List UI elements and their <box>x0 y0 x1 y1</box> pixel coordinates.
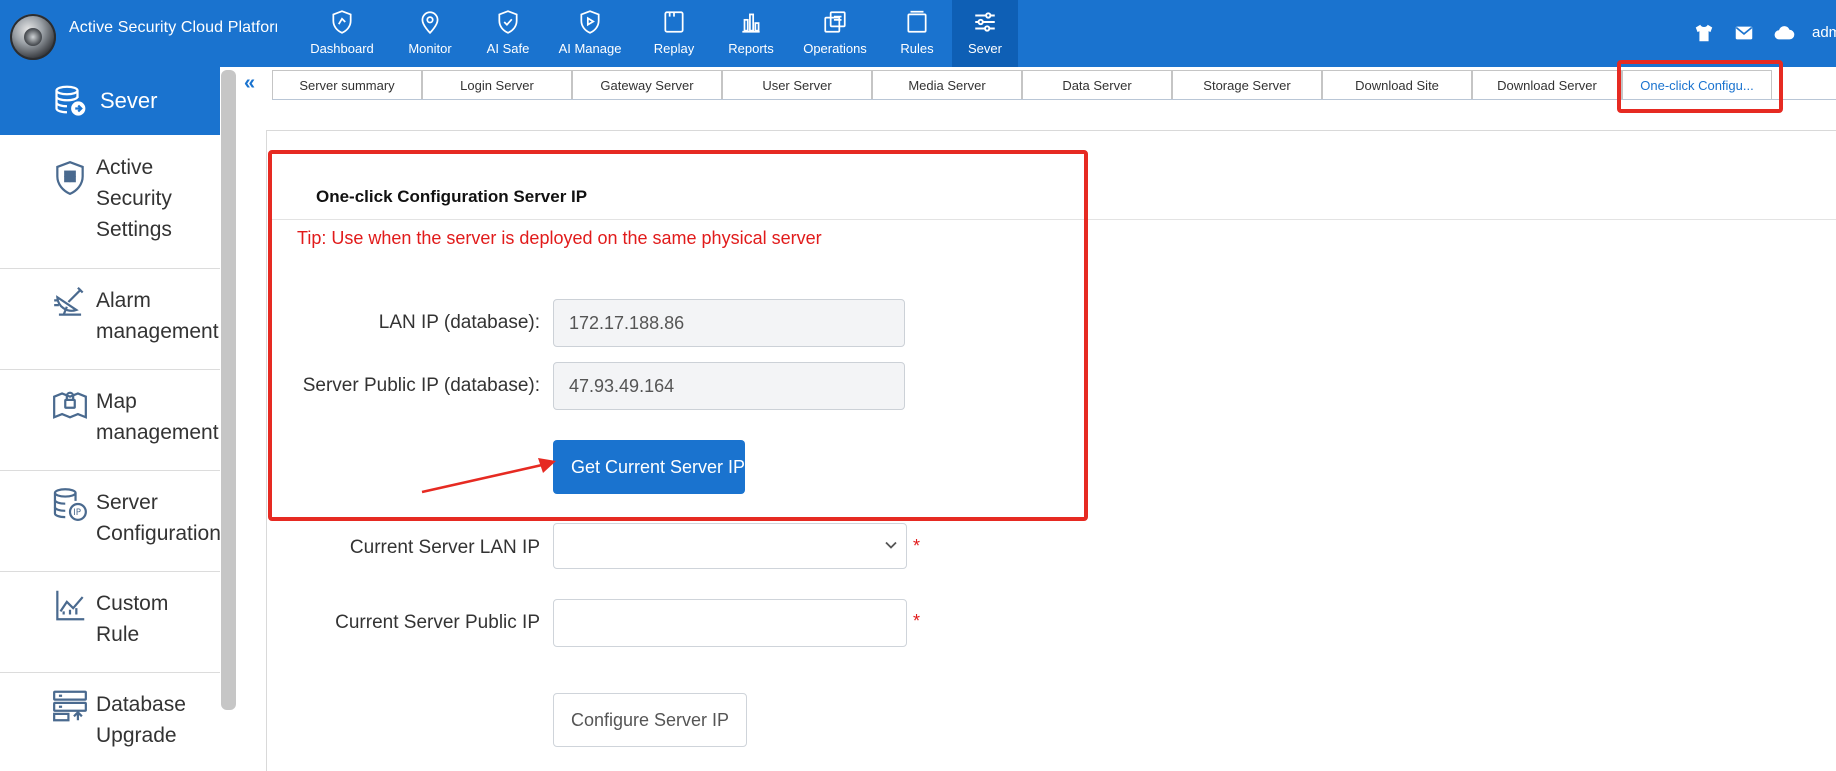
nav-rules[interactable]: Rules <box>882 0 952 67</box>
configure-server-ip-button[interactable]: Configure Server IP <box>553 693 747 747</box>
section-divider <box>270 219 1836 220</box>
sidebar-header-label: Sever <box>100 88 158 113</box>
replay-icon <box>664 11 684 33</box>
tip-text: Tip: Use when the server is deployed on … <box>297 228 822 248</box>
nav-dashboard[interactable]: Dashboard <box>294 0 390 67</box>
tab-gateway-server[interactable]: Gateway Server <box>572 70 722 99</box>
nav-label: Operations <box>803 41 867 56</box>
database-ip-icon: IP <box>53 488 87 521</box>
nav-reports[interactable]: Reports <box>714 0 788 67</box>
bar-chart-icon <box>742 13 760 33</box>
sidebar-item-active-security-settings[interactable]: Active Security Settings <box>0 135 220 269</box>
user-name[interactable]: admin <box>1812 24 1836 41</box>
nav-label: AI Safe <box>486 41 530 56</box>
shirt-icon[interactable] <box>1693 22 1715 44</box>
annotation-arrow <box>421 458 556 494</box>
sidebar-item-database-upgrade[interactable]: Database Upgrade <box>0 673 220 770</box>
app-logo <box>10 14 56 60</box>
nav-replay[interactable]: Replay <box>634 0 714 67</box>
current-lan-ip-select[interactable] <box>553 523 907 569</box>
collapse-sidebar-icon[interactable]: « <box>244 72 255 95</box>
content-panel <box>266 130 1836 771</box>
nav-label: AI Manage <box>558 41 622 56</box>
nav-label: Rules <box>900 41 934 56</box>
tab-storage-server[interactable]: Storage Server <box>1172 70 1322 99</box>
database-upgrade-icon <box>53 690 87 722</box>
tab-strip: Server summary Login Server Gateway Serv… <box>272 70 1836 100</box>
current-public-ip-label: Current Server Public IP <box>335 612 540 633</box>
tab-user-server[interactable]: User Server <box>722 70 872 99</box>
chevron-down-icon <box>885 541 897 549</box>
public-ip-label: Server Public IP (database): <box>302 375 540 396</box>
get-current-server-ip-button[interactable]: Get Current Server IP <box>553 440 745 494</box>
nav-ai-safe[interactable]: AI Safe <box>470 0 546 67</box>
operations-icon <box>824 11 846 33</box>
nav-monitor[interactable]: Monitor <box>390 0 470 67</box>
sidebar-header[interactable]: Sever <box>0 67 220 135</box>
database-refresh-icon <box>55 85 86 116</box>
tab-download-server[interactable]: Download Server <box>1472 70 1622 99</box>
sidebar-item-label: Active Security Settings <box>96 156 172 241</box>
nav-label: Reports <box>728 41 774 56</box>
required-mark: * <box>913 611 921 631</box>
nav-label: Monitor <box>408 41 452 56</box>
nav-operations[interactable]: Operations <box>788 0 882 67</box>
lan-ip-field: 172.17.188.86 <box>553 299 905 347</box>
nav-label: Sever <box>968 41 1002 56</box>
map-pin-icon <box>421 11 439 35</box>
public-ip-field: 47.93.49.164 <box>553 362 905 410</box>
sliders-icon <box>975 12 995 32</box>
nav-sever[interactable]: Sever <box>952 0 1018 67</box>
shield-play-icon <box>580 10 600 34</box>
required-mark: * <box>913 536 921 556</box>
dashboard-shield-icon <box>332 10 352 34</box>
rules-icon <box>907 10 927 33</box>
app-title: Active Security Cloud Platform <box>69 19 277 36</box>
nav-label: Replay <box>653 41 695 56</box>
svg-text:IP: IP <box>73 508 81 518</box>
nav-ai-manage[interactable]: AI Manage <box>546 0 634 67</box>
tab-one-click-configuration[interactable]: One-click Configu... <box>1622 70 1772 99</box>
shield-grid-icon <box>56 160 84 196</box>
top-icon-group <box>1693 22 1795 44</box>
tab-server-summary[interactable]: Server summary <box>272 70 422 99</box>
current-lan-ip-label: Current Server LAN IP <box>349 537 540 558</box>
shield-check-icon <box>498 10 518 34</box>
get-ip-button-label: Get Current Server IP <box>571 457 745 477</box>
section-title: One-click Configuration Server IP <box>316 187 588 206</box>
top-bar: Active Security Cloud Platform Dashboard… <box>0 0 1836 67</box>
main-nav: Dashboard Monitor AI Safe AI Manage Repl… <box>294 0 1018 67</box>
mail-icon[interactable] <box>1733 22 1755 44</box>
sidebar: Sever Active Security Settings Alarm man… <box>0 67 220 770</box>
tab-data-server[interactable]: Data Server <box>1022 70 1172 99</box>
tab-download-site[interactable]: Download Site <box>1322 70 1472 99</box>
tab-login-server[interactable]: Login Server <box>422 70 572 99</box>
nav-label: Dashboard <box>310 41 374 56</box>
current-public-ip-input[interactable] <box>553 599 907 647</box>
tab-media-server[interactable]: Media Server <box>872 70 1022 99</box>
lan-ip-label: LAN IP (database): <box>378 312 540 333</box>
sidebar-item-label: Database Upgrade <box>96 693 186 747</box>
cloud-icon[interactable] <box>1773 22 1795 44</box>
